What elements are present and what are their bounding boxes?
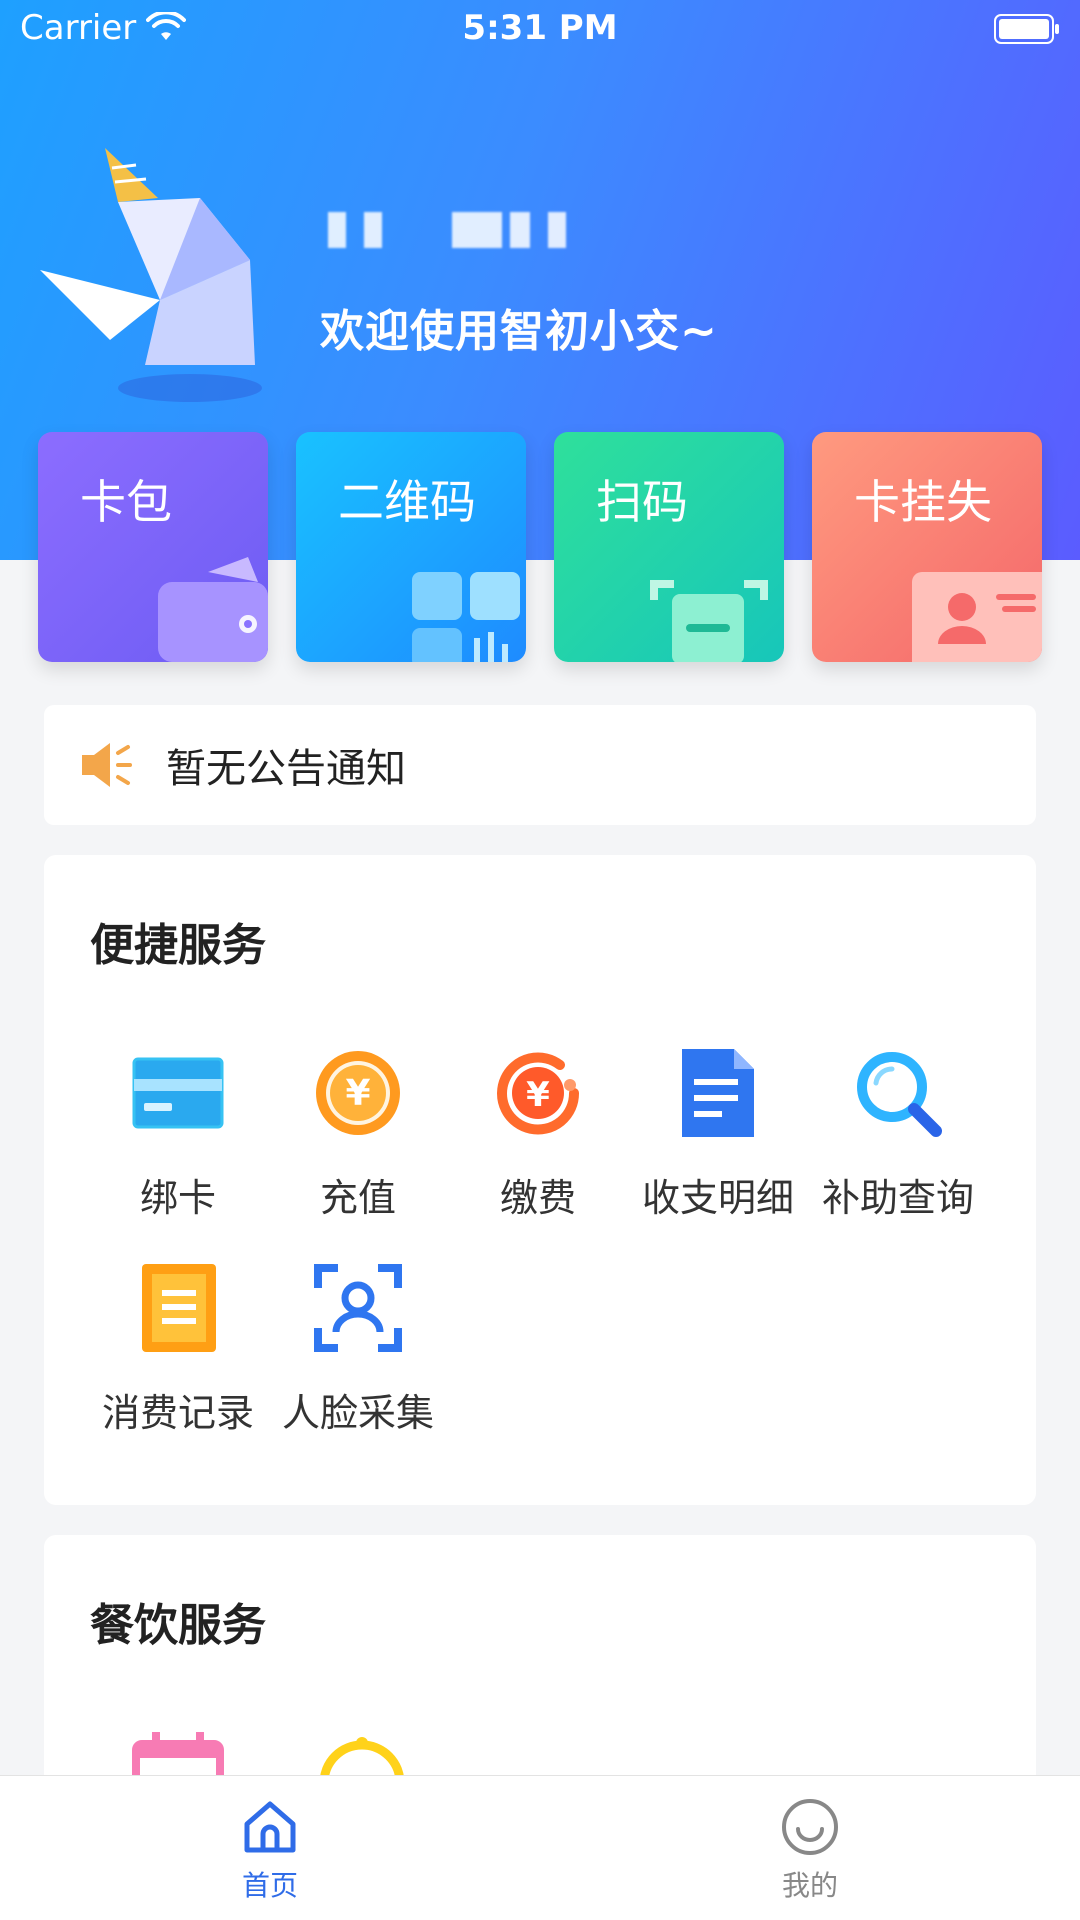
tab-home-label: 首页	[241, 1869, 298, 1902]
record-list-icon	[142, 1264, 216, 1352]
id-card-icon	[912, 572, 1042, 662]
wallet-icon	[158, 557, 268, 662]
status-bar: Carrier 5:31 PM	[0, 0, 1080, 60]
service-label: 充值	[319, 1176, 396, 1220]
qrcode-label: 二维码	[338, 475, 476, 529]
service-label: 收支明细	[641, 1176, 794, 1220]
bottom-tab-bar: 首页 我的	[0, 1775, 1080, 1920]
document-icon	[682, 1049, 754, 1137]
wallet-label: 卡包	[80, 475, 172, 529]
announcement-bar[interactable]: 暂无公告通知	[44, 705, 1036, 825]
app-screen: Carrier 5:31 PM 欢迎使用智初小交~ 卡包 二维码 扫码 卡挂失 …	[0, 0, 1080, 1920]
service-label: 缴费	[499, 1176, 576, 1220]
qrcode-icon	[412, 572, 520, 662]
unicorn-mascot-logo	[40, 148, 262, 402]
scan-card-button[interactable]: 扫码	[554, 432, 784, 662]
service-income-expense[interactable]: 收支明细	[628, 1045, 808, 1222]
battery-icon	[994, 14, 1059, 44]
face-scan-icon	[314, 1264, 402, 1352]
service-top-up[interactable]: ¥ 充值	[268, 1045, 448, 1222]
bank-card-icon	[132, 1057, 224, 1129]
yen-payment-icon: ¥	[497, 1052, 580, 1135]
service-subsidy-query[interactable]: 补助查询	[808, 1045, 988, 1222]
user-name-redacted	[328, 210, 578, 250]
status-time: 5:31 PM	[462, 8, 618, 48]
tab-home[interactable]: 首页	[190, 1796, 350, 1904]
service-pay-fees[interactable]: ¥ 缴费	[448, 1045, 628, 1222]
welcome-text: 欢迎使用智初小交~	[320, 306, 718, 357]
dining-services-title: 餐饮服务	[90, 1600, 266, 1651]
service-label: 绑卡	[139, 1176, 216, 1220]
svg-text:¥: ¥	[526, 1075, 550, 1115]
speaker-icon	[82, 743, 132, 787]
service-label: 人脸采集	[281, 1391, 434, 1435]
service-label: 消费记录	[101, 1391, 254, 1435]
scan-icon	[650, 580, 768, 662]
tab-mine-label: 我的	[781, 1869, 838, 1902]
service-bind-card[interactable]: 绑卡	[88, 1045, 268, 1222]
report-loss-label: 卡挂失	[854, 475, 992, 529]
report-loss-card-button[interactable]: 卡挂失	[812, 432, 1042, 662]
smile-icon	[782, 1799, 838, 1855]
convenient-services-title: 便捷服务	[90, 920, 266, 971]
magnifier-icon	[857, 1052, 942, 1137]
svg-text:¥: ¥	[345, 1073, 370, 1114]
home-icon	[244, 1801, 296, 1853]
tab-mine[interactable]: 我的	[730, 1796, 890, 1904]
service-face-capture[interactable]: 人脸采集	[268, 1260, 448, 1437]
convenient-services-panel: 便捷服务 绑卡 ¥ 充值 ¥ 缴费 收支明细 补助查询 消费记录 人脸采集	[44, 855, 1036, 1505]
service-consumption-records[interactable]: 消费记录	[88, 1260, 268, 1437]
scan-label: 扫码	[596, 475, 688, 529]
qrcode-card-button[interactable]: 二维码	[296, 432, 526, 662]
wallet-card-button[interactable]: 卡包	[38, 432, 268, 662]
yen-coin-icon: ¥	[316, 1051, 400, 1135]
service-label: 补助查询	[821, 1176, 974, 1220]
announcement-text: 暂无公告通知	[166, 746, 406, 792]
